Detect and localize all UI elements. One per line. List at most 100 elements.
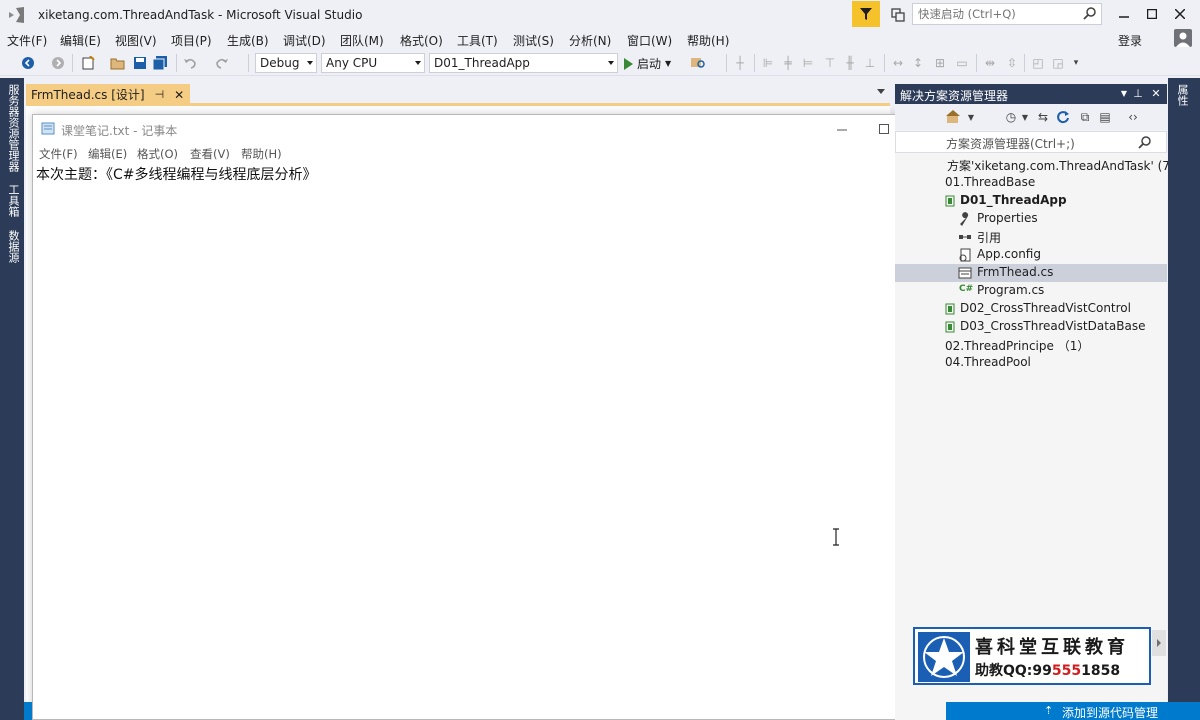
tree-item-solution[interactable]: 方案'xiketang.com.ThreadAndTask' (7 个 <box>895 156 1186 174</box>
undo-icon[interactable] <box>182 55 198 71</box>
make-same-width-icon[interactable]: ↔ <box>890 55 906 71</box>
arrow-up-icon: ⇡ <box>1044 704 1054 717</box>
tree-item-folder[interactable]: 04.ThreadPool <box>895 354 1167 372</box>
add-to-source-control-button[interactable]: 添加到源代码管理 <box>1062 704 1158 720</box>
align-right-icon[interactable]: ⊨ <box>800 55 816 71</box>
make-same-height-icon[interactable]: ↕ <box>910 55 926 71</box>
refresh-icon[interactable] <box>1055 109 1071 125</box>
menu-test[interactable]: 测试(S) <box>513 32 554 49</box>
tree-item-folder[interactable]: 01.ThreadBase <box>895 174 1167 192</box>
properties-tab[interactable]: 属性 <box>1176 84 1190 106</box>
tree-item-program[interactable]: C# Program.cs <box>895 282 1167 300</box>
find-in-files-icon[interactable] <box>690 55 706 71</box>
notepad-minimize-button[interactable] <box>831 119 853 139</box>
notepad-menu-file[interactable]: 文件(F) <box>39 146 78 162</box>
back-icon[interactable] <box>20 55 36 71</box>
menu-file[interactable]: 文件(F) <box>7 32 47 49</box>
document-tab-frmthead[interactable]: FrmThead.cs [设计] ⊣ ✕ <box>26 84 191 103</box>
search-icon[interactable] <box>1138 135 1152 149</box>
open-file-icon[interactable] <box>110 55 126 71</box>
align-center-icon[interactable]: ╪ <box>780 55 796 71</box>
wrench-icon <box>960 212 969 226</box>
tab-list-dropdown-icon[interactable] <box>876 86 886 96</box>
menu-view[interactable]: 视图(V) <box>115 32 157 49</box>
forward-icon[interactable] <box>50 55 66 71</box>
menu-tools[interactable]: 工具(T) <box>457 32 498 49</box>
solution-explorer-scroll-button[interactable] <box>1152 630 1166 656</box>
horizontal-spacing-icon[interactable]: ⇹ <box>982 55 998 71</box>
show-all-files-icon[interactable]: ▤ <box>1097 109 1113 125</box>
home-icon[interactable] <box>945 109 961 125</box>
chevron-down-icon[interactable]: ▼ <box>1017 109 1033 125</box>
notepad-menu-help[interactable]: 帮助(H) <box>241 146 282 162</box>
notepad-menu-edit[interactable]: 编辑(E) <box>88 146 127 162</box>
notepad-title-bar[interactable]: 课堂笔记.txt - 记事本 <box>33 115 945 143</box>
notification-filter-button[interactable] <box>852 1 880 27</box>
menu-help[interactable]: 帮助(H) <box>687 32 729 49</box>
feedback-icon[interactable] <box>890 7 906 23</box>
chevron-down-icon[interactable]: ▼ <box>963 109 979 125</box>
notepad-maximize-button[interactable] <box>873 119 895 139</box>
make-same-size-icon[interactable]: ▭ <box>954 55 970 71</box>
auto-hide-pin-icon[interactable]: ⊥ <box>1131 86 1145 100</box>
quick-launch-input[interactable] <box>913 4 1073 24</box>
menu-window[interactable]: 窗口(W) <box>627 32 672 49</box>
close-tab-icon[interactable]: ✕ <box>174 88 184 102</box>
tree-item-app-config[interactable]: App.config <box>895 246 1167 264</box>
tree-item-project[interactable]: D01_ThreadApp <box>895 192 1167 210</box>
menu-format[interactable]: 格式(O) <box>400 32 443 49</box>
notepad-menu-format[interactable]: 格式(O) <box>137 146 178 162</box>
new-project-icon[interactable] <box>80 55 96 71</box>
collapse-all-icon[interactable]: ⧉ <box>1077 109 1093 125</box>
maximize-button[interactable] <box>1140 4 1164 24</box>
chevron-down-icon[interactable]: ▼ <box>665 59 671 68</box>
redo-icon[interactable] <box>214 55 230 71</box>
align-bottom-icon[interactable]: ⊥ <box>862 55 878 71</box>
size-to-grid-icon[interactable]: ⊞ <box>932 55 948 71</box>
tree-item-properties[interactable]: Properties <box>895 210 1167 228</box>
quick-launch-box[interactable] <box>912 3 1102 25</box>
bring-to-front-icon[interactable]: ◰ <box>1030 55 1046 71</box>
login-link[interactable]: 登录 <box>1118 32 1142 49</box>
save-icon[interactable] <box>132 55 148 71</box>
platform-dropdown[interactable]: Any CPU <box>321 53 425 73</box>
window-position-dropdown-icon[interactable]: ▼ <box>1117 86 1131 100</box>
solution-explorer-search[interactable]: 方案资源管理器(Ctrl+;) <box>895 131 1167 153</box>
startup-project-dropdown[interactable]: D01_ThreadApp <box>429 53 618 73</box>
send-to-back-icon[interactable]: ◲ <box>1050 55 1066 71</box>
menu-debug[interactable]: 调试(D) <box>283 32 326 49</box>
menu-edit[interactable]: 编辑(E) <box>60 32 101 49</box>
save-all-icon[interactable] <box>152 55 168 71</box>
user-account-icon[interactable] <box>1174 29 1192 47</box>
view-code-icon[interactable]: ‹› <box>1125 109 1141 125</box>
sync-with-document-icon[interactable]: ⇆ <box>1035 109 1051 125</box>
close-panel-icon[interactable]: ✕ <box>1149 86 1163 100</box>
notepad-menu-view[interactable]: 查看(V) <box>190 146 230 162</box>
menu-project[interactable]: 项目(P) <box>171 32 212 49</box>
pin-icon[interactable]: ⊣ <box>155 88 165 101</box>
solution-explorer-header[interactable]: 解决方案资源管理器 ▼ ⊥ ✕ <box>895 84 1167 104</box>
search-icon[interactable] <box>1083 6 1097 20</box>
menu-team[interactable]: 团队(M) <box>340 32 384 49</box>
vertical-spacing-icon[interactable]: ⇳ <box>1004 55 1020 71</box>
tree-item-references[interactable]: 引用 <box>895 228 1167 246</box>
tree-item-frmthead[interactable]: FrmThead.cs <box>895 264 1167 282</box>
align-middle-icon[interactable]: ╫ <box>842 55 858 71</box>
server-explorer-tab[interactable]: 服务器资源管理器 <box>5 84 20 172</box>
configuration-dropdown[interactable]: Debug <box>255 53 317 73</box>
notepad-text-area[interactable]: 本次主题：《C#多线程编程与线程底层分析》 <box>33 163 931 719</box>
menu-analyze[interactable]: 分析(N) <box>569 32 611 49</box>
tree-item-project[interactable]: D02_CrossThreadVistControl <box>895 300 1167 318</box>
close-button[interactable] <box>1168 4 1192 24</box>
align-left-icon[interactable]: ⊫ <box>760 55 776 71</box>
data-sources-tab[interactable]: 数据源 <box>5 230 20 263</box>
tree-item-project[interactable]: D03_CrossThreadVistDataBase <box>895 318 1167 336</box>
menu-build[interactable]: 生成(B) <box>227 32 269 49</box>
toolbox-tab[interactable]: 工具箱 <box>5 184 20 217</box>
align-grid-icon[interactable]: ┼ <box>732 55 748 71</box>
minimize-button[interactable] <box>1112 4 1136 24</box>
start-debugging-button[interactable]: 启动 ▼ <box>624 55 671 72</box>
align-top-icon[interactable]: ⊤ <box>822 55 838 71</box>
tree-item-folder[interactable]: 02.ThreadPrincipe （1） <box>895 336 1167 354</box>
toolbar-overflow-icon[interactable]: ▾ <box>1068 55 1084 71</box>
